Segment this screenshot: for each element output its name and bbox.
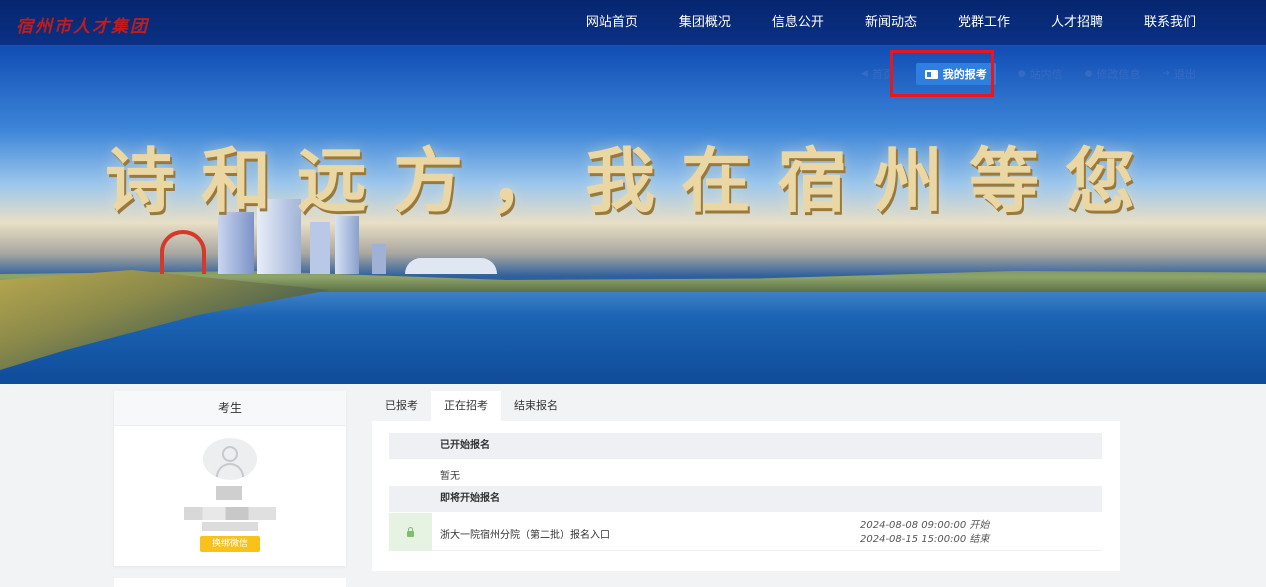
info-icon: ●: [1084, 69, 1093, 79]
stadium: [405, 258, 497, 274]
lock-cell: [389, 513, 432, 551]
profile-title: 考生: [114, 391, 346, 426]
nav-party[interactable]: 党群工作: [958, 0, 1010, 46]
building: [372, 244, 386, 274]
lock-icon: [407, 526, 414, 537]
tab-applied[interactable]: 已报考: [372, 391, 431, 421]
nav-news[interactable]: 新闻动态: [865, 0, 917, 46]
nav-disclosure[interactable]: 信息公开: [772, 0, 824, 46]
exam-panel: 已开始报名 暂无 即将开始报名 浙大一院宿州分院（第二批）报名入口 2024-0…: [372, 421, 1120, 571]
tab-recruiting[interactable]: 正在招考: [431, 391, 501, 421]
userbar-messages[interactable]: ● 站内信: [1018, 66, 1063, 82]
redacted-name: [216, 486, 242, 500]
highlight-box: [890, 50, 994, 97]
userbar-logout-label: 退出: [1174, 68, 1196, 81]
banner-slogan: 诗和远方，我在宿州等您: [105, 139, 1161, 222]
nav-home[interactable]: 网站首页: [586, 0, 638, 46]
hero-banner: 宿州市人才集团 网站首页 集团概况 信息公开 新闻动态 党群工作 人才招聘 联系…: [0, 0, 1266, 384]
eye-icon: ●: [1017, 69, 1026, 79]
userbar-messages-label: 站内信: [1029, 68, 1063, 81]
home-icon: ◀: [860, 69, 868, 79]
second-card: [114, 578, 346, 587]
nav-recruit[interactable]: 人才招聘: [1051, 0, 1103, 46]
none-text: 暂无: [440, 471, 460, 482]
nav-about[interactable]: 集团概况: [679, 0, 731, 46]
tab-closed[interactable]: 结束报名: [501, 391, 571, 421]
building: [310, 222, 330, 274]
section-upcoming: 即将开始报名: [389, 486, 1102, 512]
sculpture: [160, 230, 206, 274]
section-started: 已开始报名: [389, 433, 1102, 459]
exam-tabs: 已报考 正在招考 结束报名: [372, 391, 571, 421]
userbar-edit-info[interactable]: ● 修改信息: [1085, 66, 1141, 82]
nav-contact[interactable]: 联系我们: [1144, 0, 1196, 46]
job-dates: 2024-08-08 09:00:00 开始 2024-08-15 15:00:…: [860, 519, 989, 547]
redacted-extra: [202, 522, 258, 531]
profile-card: 考生 换绑微信: [114, 391, 346, 566]
avatar: [203, 438, 257, 480]
job-end-date: 2024-08-15 15:00:00 结束: [860, 534, 990, 545]
userbar-edit-info-label: 修改信息: [1096, 68, 1141, 81]
avatar-body: [216, 463, 244, 477]
main-nav: 网站首页 集团概况 信息公开 新闻动态 党群工作 人才招聘 联系我们: [545, 0, 1196, 46]
redacted-id: [184, 507, 276, 520]
job-title-link[interactable]: 浙大一院宿州分院（第二批）报名入口: [440, 526, 610, 541]
userbar-logout[interactable]: ➜ 退出: [1162, 66, 1196, 82]
job-start-date: 2024-08-08 09:00:00 开始: [860, 520, 990, 531]
rebind-wechat-button[interactable]: 换绑微信: [200, 536, 260, 552]
logout-icon: ➜: [1162, 69, 1170, 79]
site-logo[interactable]: 宿州市人才集团: [16, 12, 149, 37]
top-navbar: 宿州市人才集团 网站首页 集团概况 信息公开 新闻动态 党群工作 人才招聘 联系…: [0, 0, 1266, 46]
userbar-home[interactable]: ◀ 首页: [861, 66, 894, 82]
avatar-head: [222, 446, 238, 462]
